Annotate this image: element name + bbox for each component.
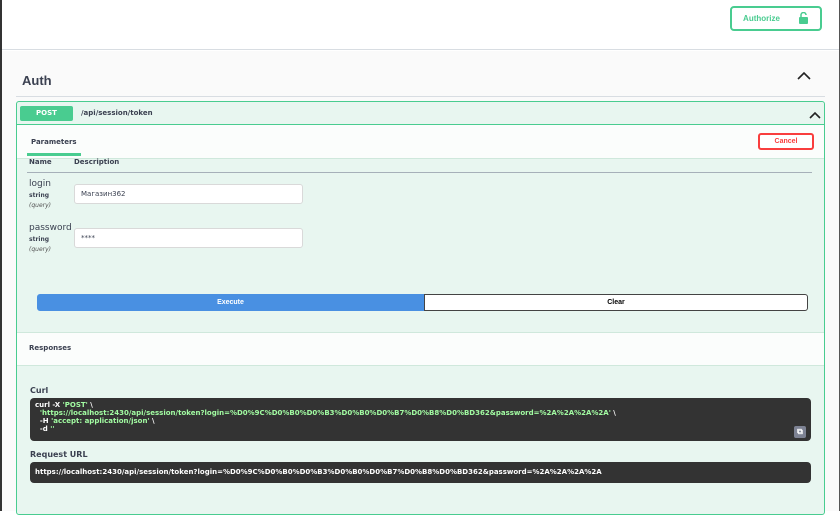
cancel-button[interactable]: Cancel [758,133,814,150]
top-bar: Authorize [2,0,839,50]
curl-text: -H [39,417,52,425]
param-type: string [29,192,50,199]
curl-text: -d [39,425,51,433]
copy-icon[interactable]: ⧉ [794,426,806,438]
authorize-label: Authorize [743,14,780,23]
tab-parameters[interactable]: Parameters [27,125,81,156]
param-name: login [29,179,51,189]
divider [27,172,812,173]
curl-text: \ [610,409,616,417]
curl-code-block[interactable]: curl -X 'POST' \ 'https://localhost:2430… [30,398,811,441]
param-name: password [29,223,72,233]
param-location: (query) [29,246,52,253]
operation-block: POST /api/session/token Parameters Cance… [16,101,825,515]
curl-url: 'https://localhost:2430/api/session/toke… [39,409,611,417]
divider [16,96,825,97]
curl-header: 'accept: application/json' [51,417,150,425]
curl-method: 'POST' [62,401,88,409]
clear-button[interactable]: Clear [424,294,808,311]
curl-label: Curl [30,386,49,395]
chevron-up-icon[interactable] [797,69,811,83]
request-url-block[interactable]: https://localhost:2430/api/session/token… [30,462,811,483]
main-content: Auth POST /api/session/token Parameters … [2,51,839,515]
curl-text: \ [87,401,93,409]
tag-title[interactable]: Auth [22,73,52,88]
parameters-header: Parameters Cancel [17,125,824,159]
chevron-up-icon[interactable] [809,108,821,122]
param-location: (query) [29,202,52,209]
curl-text: \ [149,417,155,425]
curl-text: curl -X [35,401,63,409]
login-input[interactable]: Магазин362 [74,184,303,204]
unlock-icon [798,11,809,26]
execute-button[interactable]: Execute [37,294,424,311]
column-name: Name [29,158,52,166]
authorize-button[interactable]: Authorize [730,6,822,31]
curl-data: '' [50,425,55,433]
responses-header: Responses [17,332,824,366]
column-description: Description [74,158,120,166]
param-type: string [29,236,50,243]
method-badge: POST [20,105,73,121]
password-input[interactable]: **** [74,228,303,248]
operation-path: /api/session/token [81,109,153,117]
request-url-label: Request URL [30,450,88,459]
operation-summary[interactable]: POST /api/session/token [17,102,824,125]
